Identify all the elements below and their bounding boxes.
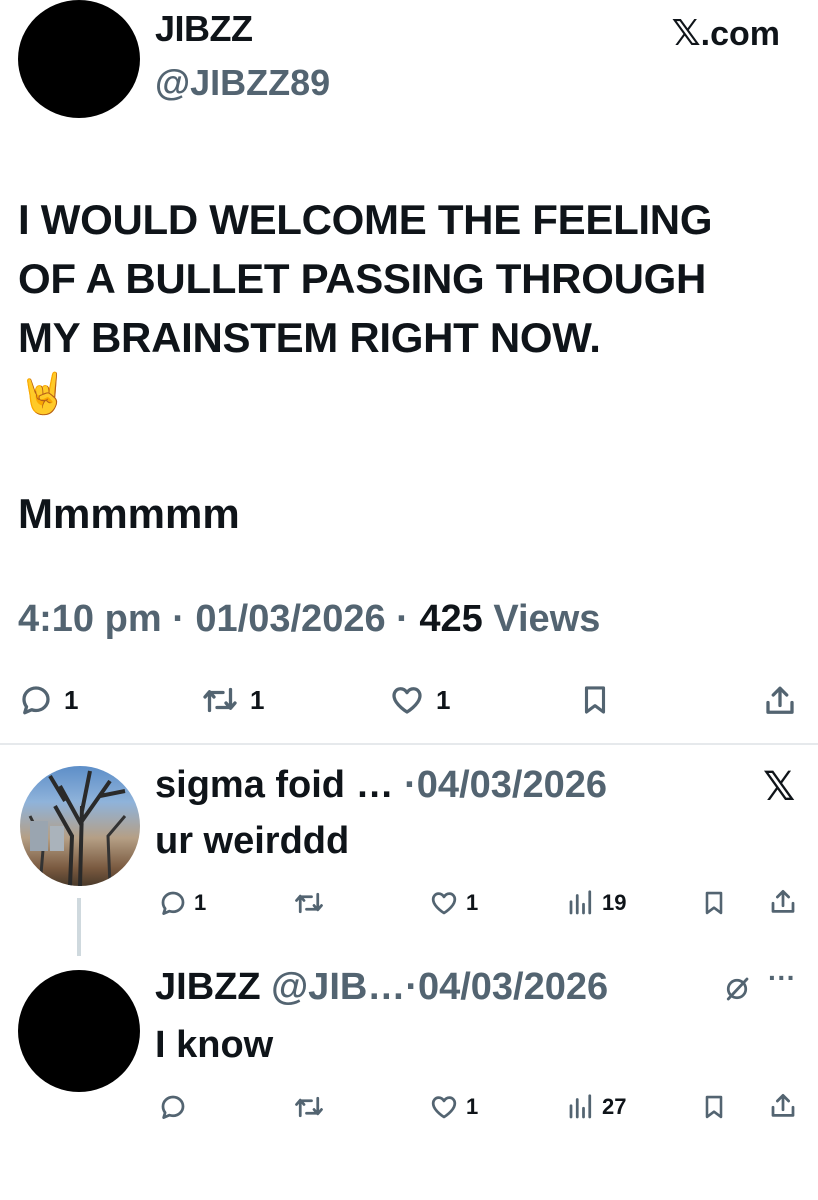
analytics-icon xyxy=(569,890,592,915)
analytics-icon xyxy=(569,1094,592,1119)
reply-icon xyxy=(161,891,185,915)
rock-hand-emoji: 🤘 xyxy=(18,372,68,416)
bookmark-icon xyxy=(584,686,606,714)
repost-count: 1 xyxy=(250,684,265,715)
heart-icon xyxy=(392,687,422,714)
bookmark-icon xyxy=(705,891,723,915)
like-button[interactable]: 1 xyxy=(428,1092,478,1122)
reply-count: 1 xyxy=(194,890,207,915)
views-button[interactable]: 19 xyxy=(566,888,626,918)
tweet-time[interactable]: 4:10 pm xyxy=(18,598,162,640)
repost-button[interactable] xyxy=(292,1092,326,1122)
views-button[interactable]: 27 xyxy=(566,1092,626,1122)
meta-separator: · xyxy=(405,966,418,1008)
reply-date[interactable]: 04/03/2026 xyxy=(418,966,608,1008)
tweet-text: I WOULD WELCOME THE FEELING OF A BULLET … xyxy=(18,190,808,367)
repost-button[interactable]: 1 xyxy=(200,682,264,718)
repost-icon xyxy=(295,892,323,914)
reply-icon xyxy=(161,1095,185,1119)
tweet-text-line: I WOULD WELCOME THE FEELING xyxy=(18,196,713,243)
repost-button[interactable] xyxy=(292,888,326,918)
reply-display-name[interactable]: sigma foid … xyxy=(155,764,394,806)
reply-count: 1 xyxy=(64,684,79,715)
tweet-text-line: OF A BULLET PASSING THROUGH xyxy=(18,255,706,302)
reply-button[interactable]: 1 xyxy=(158,888,206,918)
grok-icon xyxy=(726,977,749,1001)
share-icon xyxy=(771,1094,795,1117)
tweet-text-line: MY BRAINSTEM RIGHT NOW. xyxy=(18,314,601,361)
author-avatar[interactable] xyxy=(18,0,140,118)
views-count: 19 xyxy=(602,890,627,915)
bookmark-button[interactable] xyxy=(700,1092,728,1122)
repost-icon xyxy=(295,1096,323,1118)
heart-icon xyxy=(431,1096,457,1119)
tweet-meta: 4:10 pm · 01/03/2026 · 425 Views xyxy=(18,598,600,641)
tweet-date[interactable]: 01/03/2026 xyxy=(195,598,385,640)
share-icon xyxy=(771,890,795,913)
author-display-name[interactable]: JIBZZ xyxy=(155,8,253,50)
reply-button[interactable]: 1 xyxy=(18,682,78,718)
reply-icon xyxy=(22,686,50,715)
like-button[interactable]: 1 xyxy=(428,888,478,918)
like-count: 1 xyxy=(466,1094,479,1119)
bookmark-button[interactable] xyxy=(578,682,612,718)
reply-button[interactable] xyxy=(158,1092,188,1122)
like-count: 1 xyxy=(436,684,451,715)
thread-connector xyxy=(77,898,81,956)
reply-handle[interactable]: @JIB… xyxy=(271,966,405,1008)
site-domain: .com xyxy=(700,15,780,53)
x-logo-icon: 𝕏 xyxy=(763,765,796,809)
meta-separator: · xyxy=(404,764,417,806)
views-label: Views xyxy=(493,598,601,640)
share-icon xyxy=(766,686,794,714)
views-count: 425 xyxy=(419,598,483,640)
views-count: 27 xyxy=(602,1094,627,1119)
grok-button[interactable] xyxy=(722,974,752,1004)
author-handle[interactable]: @JIBZZ89 xyxy=(155,62,330,104)
repost-icon xyxy=(203,687,237,713)
heart-icon xyxy=(431,892,457,915)
share-button[interactable] xyxy=(768,1090,798,1122)
reply-avatar[interactable] xyxy=(18,970,140,1092)
reply-text: I know xyxy=(155,1024,274,1066)
bookmark-button[interactable] xyxy=(700,888,728,918)
meta-separator: · xyxy=(396,598,409,640)
reply-avatar[interactable] xyxy=(20,766,140,886)
share-button[interactable] xyxy=(762,682,798,720)
reply-date[interactable]: 04/03/2026 xyxy=(417,764,607,806)
x-logo-icon: 𝕏 xyxy=(671,12,701,53)
site-label: 𝕏.com xyxy=(672,12,780,54)
bookmark-icon xyxy=(705,1095,723,1119)
more-icon[interactable]: ··· xyxy=(768,962,796,994)
reply-header: JIBZZ @JIB…·04/03/2026 xyxy=(155,966,608,1009)
like-count: 1 xyxy=(466,890,479,915)
tree-photo xyxy=(28,770,127,886)
reply-header: sigma foid … ·04/03/2026 xyxy=(155,764,607,807)
divider xyxy=(0,743,818,745)
like-button[interactable]: 1 xyxy=(388,682,450,718)
meta-separator: · xyxy=(172,598,185,640)
share-button[interactable] xyxy=(768,886,798,918)
tweet-text-extra: Mmmmmm xyxy=(18,490,240,537)
reply-text: ur weirddd xyxy=(155,820,350,862)
reply-display-name[interactable]: JIBZZ xyxy=(155,966,261,1008)
